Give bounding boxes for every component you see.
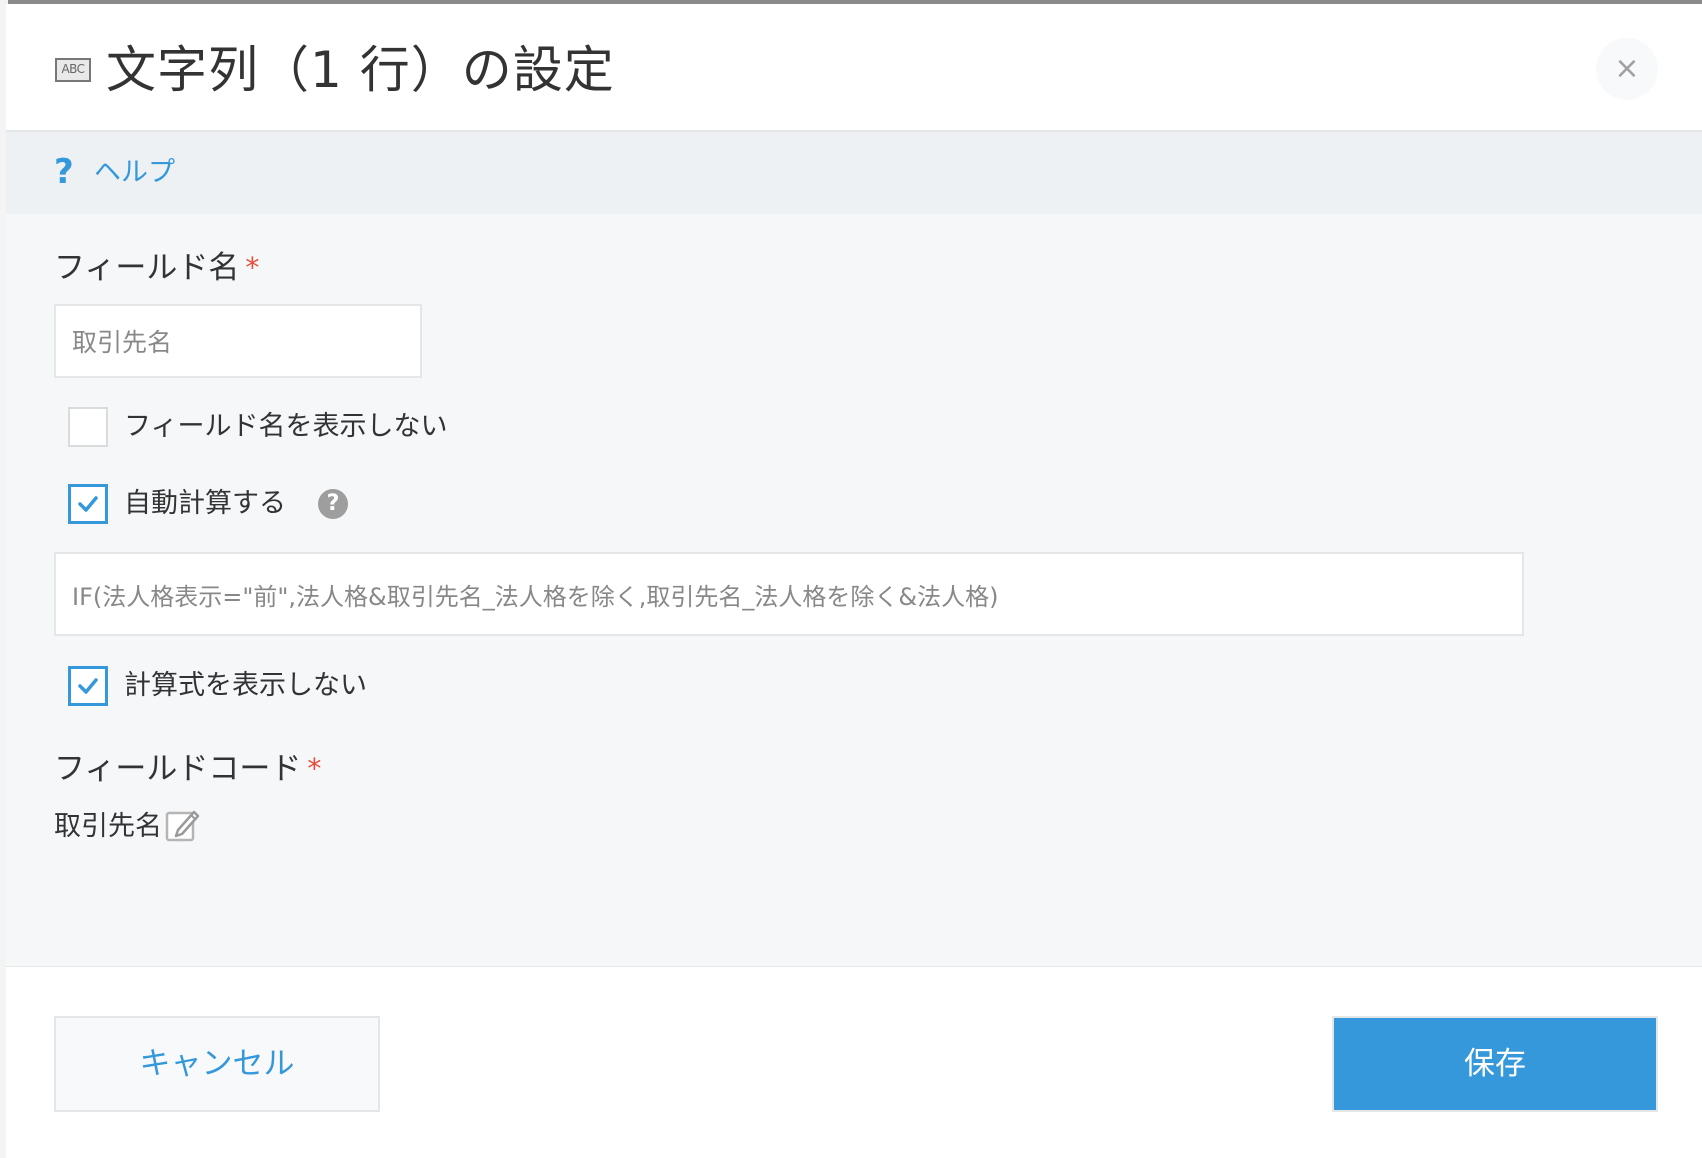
close-button[interactable]: × [1596, 38, 1658, 100]
required-mark: * [245, 251, 260, 284]
checkmark-icon [78, 496, 98, 512]
hide-field-name-checkbox[interactable] [68, 407, 108, 447]
auto-calc-help-icon[interactable]: ? [318, 489, 348, 519]
text-field-icon: ABC [55, 58, 91, 82]
hide-field-name-label: フィールド名を表示しない [124, 411, 448, 442]
help-link[interactable]: ヘルプ [94, 154, 175, 192]
field-name-label: フィールド名 * [54, 250, 260, 286]
auto-calc-checkbox[interactable] [68, 484, 108, 524]
field-code-label: フィールドコード * [54, 751, 322, 787]
dialog-body: フィールド名* フィールド名を表示しない 自動計算する ? 計算式を表示しない … [6, 214, 1702, 967]
auto-calc-label: 自動計算する [124, 488, 286, 519]
hide-formula-checkbox[interactable] [68, 666, 108, 706]
field-name-input[interactable] [54, 304, 422, 378]
close-icon: × [1614, 51, 1640, 86]
settings-dialog: ABC 文字列（1 行）の設定 × ? ヘルプ フィールド名* フィールド名を表… [6, 4, 1702, 1158]
help-bar: ? ヘルプ [6, 132, 1702, 214]
edit-icon[interactable] [164, 806, 202, 844]
dialog-footer: キャンセル 保存 [6, 967, 1702, 1158]
dialog-title: 文字列（1 行）の設定 [106, 41, 615, 99]
save-button[interactable]: 保存 [1332, 1016, 1658, 1112]
help-question-icon: ? [54, 152, 74, 192]
dialog-header: ABC 文字列（1 行）の設定 × [6, 4, 1702, 132]
required-mark: * [307, 752, 322, 785]
cancel-button[interactable]: キャンセル [54, 1016, 380, 1112]
hide-formula-label: 計算式を表示しない [124, 670, 367, 701]
field-code-value: 取引先名 [54, 811, 162, 842]
checkmark-icon [78, 678, 98, 694]
formula-input[interactable] [54, 552, 1524, 636]
